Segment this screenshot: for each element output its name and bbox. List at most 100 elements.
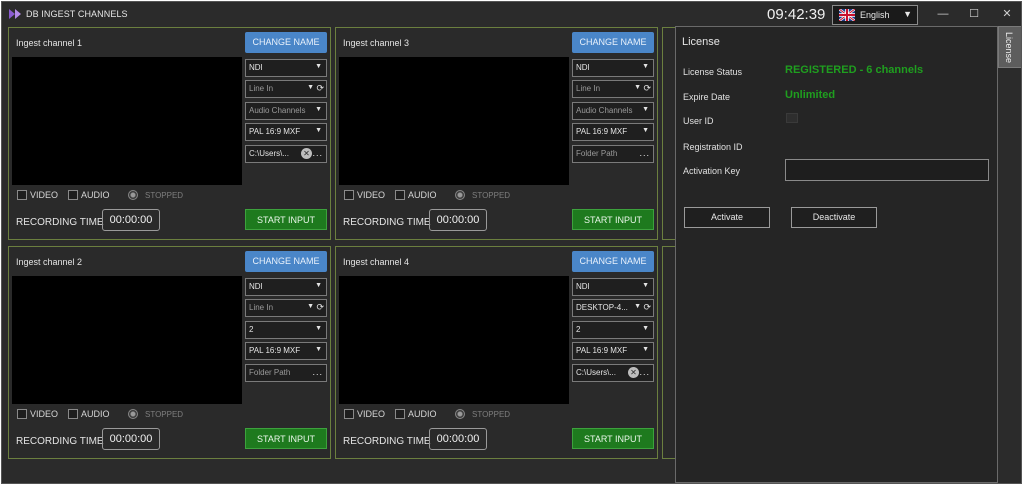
- refresh-icon[interactable]: ⟳: [643, 83, 651, 94]
- audio-channels-select[interactable]: 2 ▼: [245, 321, 327, 339]
- start-input-button[interactable]: START INPUT: [572, 428, 654, 449]
- change-name-button[interactable]: CHANGE NAME: [245, 251, 327, 272]
- chevron-down-icon: ▼: [903, 9, 912, 19]
- maximize-icon: ☐: [969, 8, 979, 20]
- change-name-button[interactable]: CHANGE NAME: [572, 251, 654, 272]
- format-select[interactable]: PAL 16:9 MXF ▼: [245, 342, 327, 360]
- status-indicator: [455, 409, 465, 419]
- recording-time-label: RECORDING TIME: [343, 217, 431, 228]
- license-tab[interactable]: License: [998, 26, 1021, 68]
- video-label: VIDEO: [30, 409, 59, 419]
- recording-time-value: 00:00:00: [102, 209, 160, 231]
- refresh-icon[interactable]: ⟳: [643, 302, 651, 313]
- close-button[interactable]: ✕: [997, 6, 1017, 22]
- source-select[interactable]: NDI ▼: [245, 59, 327, 77]
- language-label: English: [860, 10, 890, 20]
- activation-key-input[interactable]: [785, 159, 989, 181]
- browse-icon[interactable]: ...: [312, 367, 323, 377]
- chevron-down-icon: ▼: [315, 63, 322, 70]
- status-indicator: [455, 190, 465, 200]
- browse-icon[interactable]: ...: [639, 367, 650, 377]
- language-select[interactable]: English ▼: [832, 5, 918, 25]
- video-label: VIDEO: [30, 190, 59, 200]
- title-bar: DB INGEST CHANNELS 09:42:39 English ▼ — …: [2, 2, 1021, 27]
- db-logo-icon: [9, 9, 21, 19]
- audio-input-select[interactable]: Line In ▼ ⟳: [572, 80, 654, 98]
- audio-channels-select[interactable]: Audio Channels ▼: [572, 102, 654, 120]
- folder-path-field[interactable]: C:\Users\... ✕...: [572, 364, 654, 382]
- start-input-button[interactable]: START INPUT: [245, 209, 327, 230]
- license-status-label: License Status: [683, 67, 743, 77]
- deactivate-button[interactable]: Deactivate: [791, 207, 877, 228]
- folder-path-field[interactable]: Folder Path...: [572, 145, 654, 163]
- source-select[interactable]: NDI ▼: [572, 59, 654, 77]
- folder-path-field[interactable]: C:\Users\... ✕...: [245, 145, 327, 163]
- change-name-button[interactable]: CHANGE NAME: [245, 32, 327, 53]
- recording-time-value: 00:00:00: [429, 209, 487, 231]
- video-preview: [12, 276, 242, 404]
- channel-panel-4: Ingest channel 4 CHANGE NAME NDI ▼ DESKTO…: [335, 246, 658, 459]
- source-select[interactable]: NDI ▼: [245, 278, 327, 296]
- registration-id-label: Registration ID: [683, 142, 743, 152]
- folder-path-field[interactable]: Folder Path...: [245, 364, 327, 382]
- status-text: STOPPED: [145, 191, 184, 200]
- source-select[interactable]: NDI ▼: [572, 278, 654, 296]
- minimize-button[interactable]: —: [933, 6, 953, 22]
- start-input-button[interactable]: START INPUT: [572, 209, 654, 230]
- activate-button[interactable]: Activate: [684, 207, 770, 228]
- start-input-button[interactable]: START INPUT: [245, 428, 327, 449]
- license-tab-label: License: [1004, 32, 1014, 64]
- audio-channels-select[interactable]: 2 ▼: [572, 321, 654, 339]
- chevron-down-icon: ▼: [642, 106, 649, 113]
- video-checkbox[interactable]: [17, 409, 27, 419]
- minimize-icon: —: [937, 8, 949, 20]
- channel-name: Ingest channel 1: [16, 38, 83, 48]
- video-checkbox[interactable]: [344, 409, 354, 419]
- chevron-down-icon: ▼: [315, 282, 322, 289]
- status-indicator: [128, 409, 138, 419]
- recording-time-value: 00:00:00: [102, 428, 160, 450]
- status-text: STOPPED: [472, 191, 511, 200]
- clock: 09:42:39: [767, 6, 826, 23]
- audio-checkbox[interactable]: [68, 190, 78, 200]
- audio-input-select[interactable]: Line In ▼ ⟳: [245, 299, 327, 317]
- refresh-icon[interactable]: ⟳: [316, 83, 324, 94]
- format-select[interactable]: PAL 16:9 MXF ▼: [572, 123, 654, 141]
- audio-channels-select[interactable]: Audio Channels ▼: [245, 102, 327, 120]
- license-status-value: REGISTERED - 6 channels: [785, 64, 924, 76]
- chevron-down-icon: ▼: [315, 325, 322, 332]
- refresh-icon[interactable]: ⟳: [316, 302, 324, 313]
- status-indicator: [128, 190, 138, 200]
- chevron-down-icon: ▼: [307, 303, 314, 310]
- expire-date-label: Expire Date: [683, 92, 731, 102]
- status-text: STOPPED: [472, 410, 511, 419]
- status-text: STOPPED: [145, 410, 184, 419]
- user-id-value: [786, 113, 798, 123]
- chevron-down-icon: ▼: [315, 106, 322, 113]
- channel-name: Ingest channel 3: [343, 38, 410, 48]
- expire-date-value: Unlimited: [785, 89, 836, 101]
- video-label: VIDEO: [357, 409, 386, 419]
- audio-checkbox[interactable]: [395, 190, 405, 200]
- maximize-button[interactable]: ☐: [964, 6, 984, 22]
- video-checkbox[interactable]: [17, 190, 27, 200]
- clear-icon[interactable]: ✕: [301, 148, 312, 159]
- format-select[interactable]: PAL 16:9 MXF ▼: [245, 123, 327, 141]
- audio-input-select[interactable]: Line In ▼ ⟳: [245, 80, 327, 98]
- video-checkbox[interactable]: [344, 190, 354, 200]
- app-title: DB INGEST CHANNELS: [26, 9, 128, 19]
- change-name-button[interactable]: CHANGE NAME: [572, 32, 654, 53]
- license-panel: License License Status REGISTERED - 6 ch…: [675, 26, 998, 483]
- video-label: VIDEO: [357, 190, 386, 200]
- audio-checkbox[interactable]: [68, 409, 78, 419]
- channel-panel-3: Ingest channel 3 CHANGE NAME NDI ▼ Line I…: [335, 27, 658, 240]
- audio-checkbox[interactable]: [395, 409, 405, 419]
- audio-input-select[interactable]: DESKTOP-4... ▼ ⟳: [572, 299, 654, 317]
- clear-icon[interactable]: ✕: [628, 367, 639, 378]
- license-title: License: [682, 36, 720, 48]
- browse-icon[interactable]: ...: [639, 148, 650, 158]
- format-select[interactable]: PAL 16:9 MXF ▼: [572, 342, 654, 360]
- video-preview: [339, 57, 569, 185]
- browse-icon[interactable]: ...: [312, 148, 323, 158]
- chevron-down-icon: ▼: [642, 282, 649, 289]
